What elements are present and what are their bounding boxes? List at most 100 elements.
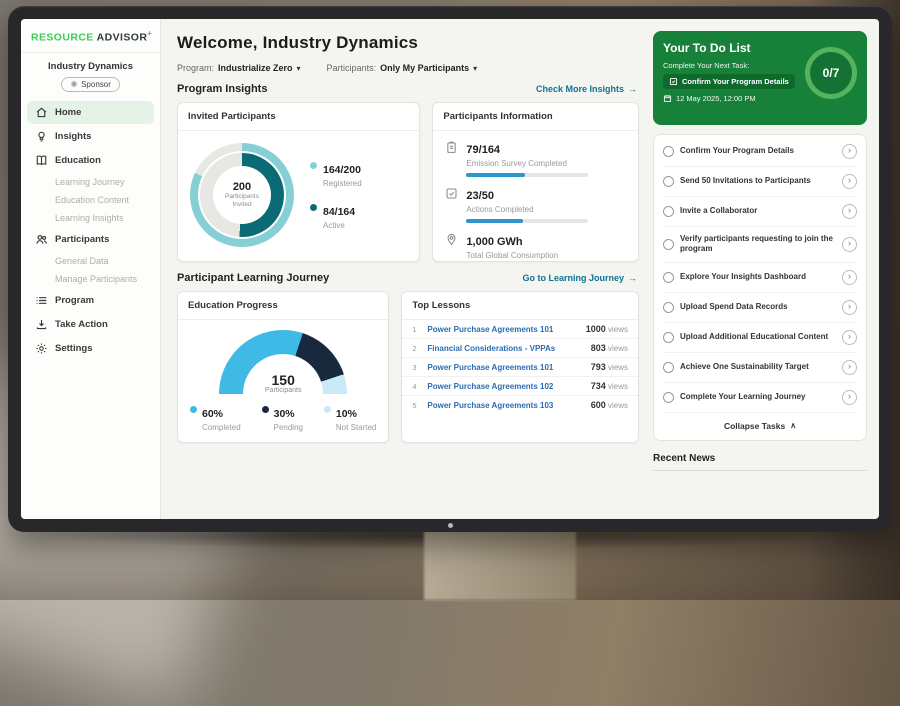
lesson-link[interactable]: Power Purchase Agreements 103: [427, 401, 583, 410]
legend-value: 164/200: [323, 164, 361, 176]
task-row[interactable]: Confirm Your Program Details ›: [663, 137, 857, 167]
sidebar-item-participants[interactable]: Participants: [27, 228, 154, 251]
sidebar-item-education-content[interactable]: Education Content: [27, 191, 154, 209]
lesson-views: 600 views: [591, 400, 628, 410]
lesson-link[interactable]: Power Purchase Agreements 102: [427, 382, 583, 391]
task-checkbox[interactable]: [663, 206, 674, 217]
learning-journey-cards: Education Progress 150 Participants: [177, 291, 639, 443]
participants-dropdown-label: Participants:: [327, 63, 377, 73]
task-label: Upload Spend Data Records: [680, 302, 836, 312]
chevron-right-icon[interactable]: ›: [842, 330, 857, 345]
logo-plus: +: [147, 29, 152, 38]
recent-news-header: Recent News: [653, 453, 867, 471]
program-insights-cards: Invited Participants 200 Participants In…: [177, 102, 639, 262]
chevron-right-icon[interactable]: ›: [842, 300, 857, 315]
task-checkbox[interactable]: [663, 239, 674, 250]
chevron-right-icon[interactable]: ›: [842, 174, 857, 189]
stat-global-consumption: 1,000 GWh Total Global Consumption: [445, 232, 626, 260]
sidebar-item-general-data[interactable]: General Data: [27, 252, 154, 270]
task-checkbox[interactable]: [663, 176, 674, 187]
calendar-icon: [663, 94, 672, 103]
stat-value: 23/50: [466, 190, 494, 202]
sidebar-item-label: Program: [55, 295, 94, 306]
chevron-right-icon[interactable]: ›: [842, 270, 857, 285]
lesson-views: 793 views: [591, 362, 628, 372]
task-label: Upload Additional Educational Content: [680, 332, 836, 342]
invited-donut-inner: 200 Participants Invited: [200, 153, 284, 237]
chevron-right-icon[interactable]: ›: [842, 390, 857, 405]
todo-tasks-card: Confirm Your Program Details › Send 50 I…: [653, 134, 867, 441]
task-row[interactable]: Upload Spend Data Records ›: [663, 293, 857, 323]
task-row[interactable]: Send 50 Invitations to Participants ›: [663, 167, 857, 197]
task-label: Explore Your Insights Dashboard: [680, 272, 836, 282]
lesson-rank: 1: [412, 325, 420, 334]
task-row[interactable]: Verify participants requesting to join t…: [663, 227, 857, 263]
legend-label: Active: [323, 221, 355, 230]
chevron-right-icon[interactable]: ›: [842, 204, 857, 219]
lesson-views: 734 views: [591, 381, 628, 391]
sponsor-badge[interactable]: Sponsor: [61, 77, 120, 92]
lesson-rank: 4: [412, 382, 420, 391]
stat-value: 1,000 GWh: [466, 236, 522, 248]
task-label: Verify participants requesting to join t…: [680, 234, 836, 255]
chevron-down-icon: ▾: [297, 64, 301, 73]
lesson-link[interactable]: Power Purchase Agreements 101: [427, 325, 578, 334]
task-label: Send 50 Invitations to Participants: [680, 176, 836, 186]
sidebar-item-home[interactable]: Home: [27, 101, 154, 124]
chevron-right-icon[interactable]: ›: [842, 144, 857, 159]
task-checkbox[interactable]: [663, 302, 674, 313]
sidebar-item-manage-participants[interactable]: Manage Participants: [27, 270, 154, 288]
go-to-learning-journey-link[interactable]: Go to Learning Journey →: [522, 273, 637, 283]
sidebar-item-label: Settings: [55, 343, 92, 354]
invited-participants-card: Invited Participants 200 Participants In…: [177, 102, 420, 262]
sidebar-item-settings[interactable]: Settings: [27, 337, 154, 360]
participants-dropdown-value: Only My Participants: [380, 63, 469, 73]
progress-bar: [466, 173, 588, 177]
progress-bar-fill: [466, 173, 525, 177]
views-label: views: [608, 401, 628, 410]
people-icon: [35, 233, 48, 246]
task-row[interactable]: Complete Your Learning Journey ›: [663, 383, 857, 413]
download-icon: [35, 318, 48, 331]
sidebar-item-take-action[interactable]: Take Action: [27, 313, 154, 336]
participants-dropdown[interactable]: Participants: Only My Participants ▾: [327, 63, 478, 73]
task-row[interactable]: Upload Additional Educational Content ›: [663, 323, 857, 353]
task-checkbox[interactable]: [663, 146, 674, 157]
lesson-link[interactable]: Power Purchase Agreements 101: [427, 363, 583, 372]
app-logo: RESOURCE ADVISOR+: [21, 19, 160, 53]
views-label: views: [608, 344, 628, 353]
chevron-right-icon[interactable]: ›: [842, 237, 857, 252]
task-checkbox[interactable]: [663, 362, 674, 373]
lightbulb-icon: [35, 130, 48, 143]
sidebar-item-program[interactable]: Program: [27, 289, 154, 312]
next-task-label: Confirm Your Program Details: [682, 77, 789, 86]
legend-item-active: 84/164 Active: [310, 202, 362, 230]
lesson-row: 2 Financial Considerations - VPPAs 803 v…: [402, 339, 638, 358]
lesson-link[interactable]: Financial Considerations - VPPAs: [427, 344, 583, 353]
education-legend: 60% Completed 30% Pending: [178, 394, 388, 432]
collapse-tasks-link[interactable]: Collapse Tasks ∧: [663, 413, 857, 438]
task-checkbox[interactable]: [663, 332, 674, 343]
todo-panel: Your To Do List Complete Your Next Task:…: [651, 19, 879, 519]
sidebar-item-education[interactable]: Education: [27, 149, 154, 172]
task-row[interactable]: Invite a Collaborator ›: [663, 197, 857, 227]
sidebar-item-insights[interactable]: Insights: [27, 125, 154, 148]
stat-emission-survey: 79/164 Emission Survey Completed: [445, 140, 626, 177]
program-dropdown[interactable]: Program: Industrialize Zero ▾: [177, 63, 301, 73]
task-checkbox[interactable]: [663, 392, 674, 403]
check-more-insights-link[interactable]: Check More Insights →: [536, 84, 637, 94]
sidebar-item-learning-insights[interactable]: Learning Insights: [27, 209, 154, 227]
list-icon: [35, 294, 48, 307]
legend-label: Pending: [274, 423, 303, 432]
task-checkbox[interactable]: [663, 272, 674, 283]
task-row[interactable]: Explore Your Insights Dashboard ›: [663, 263, 857, 293]
chevron-right-icon[interactable]: ›: [842, 360, 857, 375]
lesson-rank: 3: [412, 363, 420, 372]
invited-count: 200: [233, 181, 251, 193]
home-icon: [35, 106, 48, 119]
section-title: Program Insights: [177, 83, 267, 95]
monitor-bezel: RESOURCE ADVISOR+ Industry Dynamics Spon…: [8, 6, 892, 532]
sidebar-item-learning-journey[interactable]: Learning Journey: [27, 173, 154, 191]
next-task-pill[interactable]: Confirm Your Program Details: [663, 74, 795, 89]
task-row[interactable]: Achieve One Sustainability Target ›: [663, 353, 857, 383]
